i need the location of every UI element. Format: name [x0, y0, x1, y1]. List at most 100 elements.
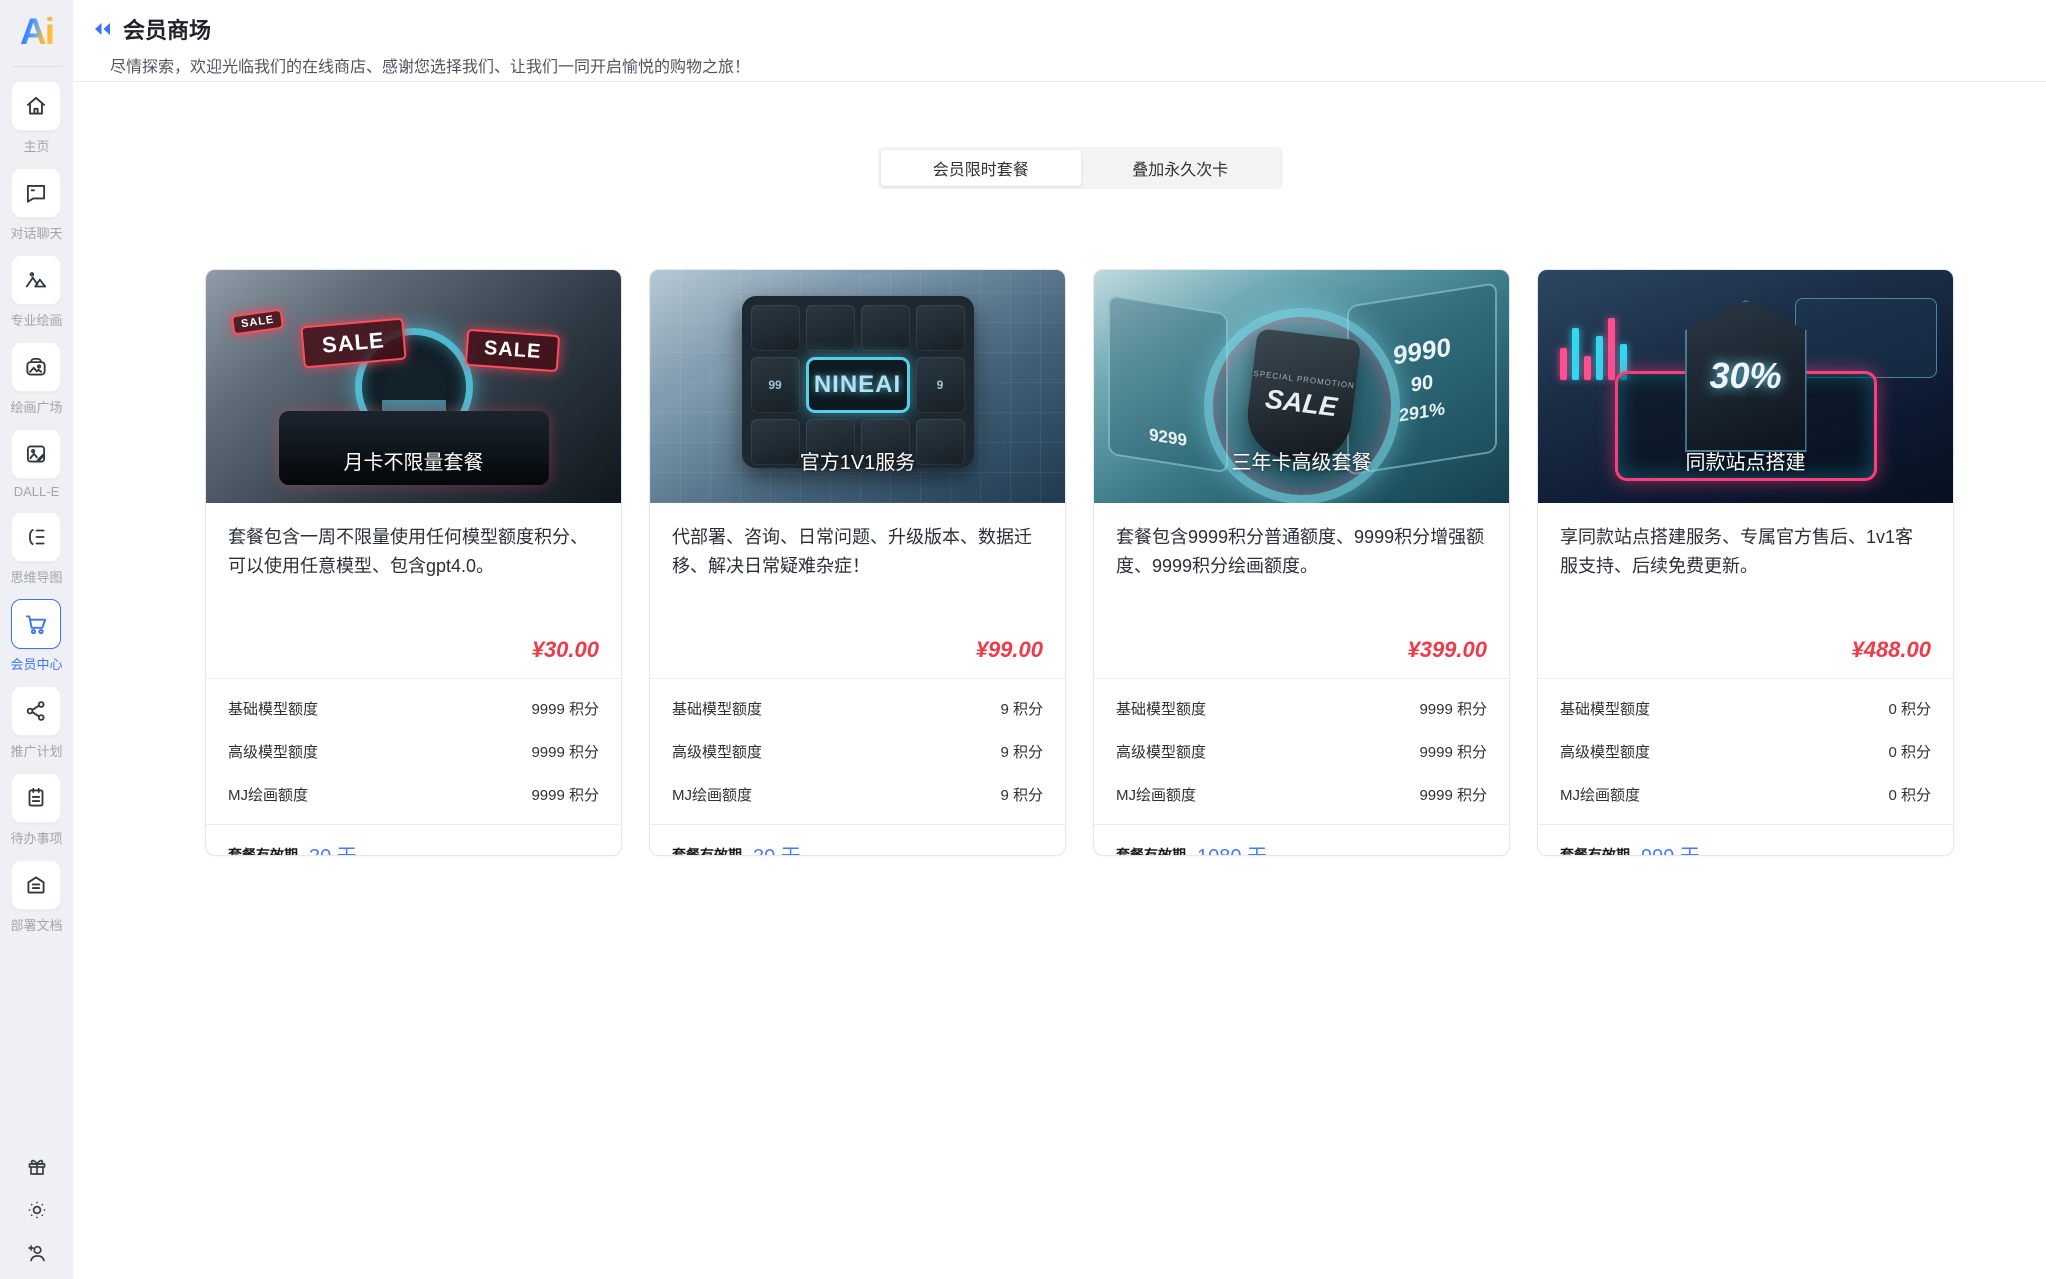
sidebar-item-deploy-docs[interactable]: 部署文档 [10, 860, 63, 934]
gallery-icon [11, 342, 62, 393]
page-title: 会员商场 [123, 18, 212, 43]
main-content: 会员限时套餐 叠加永久次卡 SALE SALE SALE 月卡不限量套餐 套餐包… [73, 83, 2046, 1279]
gift-icon[interactable] [25, 1155, 49, 1179]
spec-label: 基础模型额度 [1116, 701, 1207, 718]
key-99: 99 [750, 357, 800, 413]
plan-footer: 套餐有效期 30 天 → [650, 824, 1065, 856]
page-header: 会员商场 尽情探索，欢迎光临我们的在线商店、感谢您选择我们、让我们一同开启愉悦的… [73, 0, 2046, 82]
sidebar-item-label: 会员中心 [10, 657, 63, 673]
spec-row: 高级模型额度 9999 积分 [1116, 730, 1487, 773]
spec-value: 9 积分 [1000, 787, 1043, 804]
sidebar-item-todo[interactable]: 待办事项 [10, 773, 63, 847]
spec-value: 9999 积分 [531, 744, 599, 761]
arrow-right-icon[interactable]: → [1906, 842, 1931, 856]
sidebar-item-label: DALL-E [13, 484, 60, 500]
plan-specs: 基础模型额度 9999 积分 高级模型额度 9999 积分 MJ绘画额度 999… [1094, 678, 1509, 824]
plan-card-1v1-service[interactable]: 99 NINEAI 9 官方1V1服务 代部署、咨询、日常问题、升级版本、数据迁… [649, 269, 1066, 856]
page-subtitle: 尽情探索，欢迎光临我们的在线商店、感谢您选择我们、让我们一同开启愉悦的购物之旅！ [110, 59, 751, 76]
arrow-right-icon[interactable]: → [1018, 842, 1043, 856]
plan-description: 代部署、咨询、日常问题、升级版本、数据迁移、解决日常疑难杂症！ [672, 527, 1032, 576]
spec-row: 基础模型额度 9999 积分 [228, 687, 599, 730]
neon-bar-chart [1560, 310, 1627, 380]
plan-image: 99 NINEAI 9 官方1V1服务 [650, 270, 1065, 503]
plan-image: SALE SALE SALE 月卡不限量套餐 [206, 270, 621, 503]
spec-value: 9999 积分 [1419, 787, 1487, 804]
tab-permanent-cards[interactable]: 叠加永久次卡 [1081, 150, 1281, 186]
spec-label: MJ绘画额度 [228, 787, 308, 804]
plan-image-title: 同款站点搭建 [1685, 452, 1806, 474]
plan-description: 套餐包含一周不限量使用任何模型额度积分、可以使用任意模型、包含gpt4.0。 [228, 527, 588, 576]
docs-icon [11, 860, 62, 911]
spec-value: 0 积分 [1888, 787, 1931, 804]
spec-row: MJ绘画额度 9 积分 [672, 773, 1043, 816]
cart-icon [11, 599, 62, 650]
spec-row: MJ绘画额度 0 积分 [1560, 773, 1931, 816]
validity-value: 999 天 [1641, 840, 1700, 855]
spec-row: 高级模型额度 9999 积分 [228, 730, 599, 773]
todo-icon [11, 773, 62, 824]
member-store-page: Ai 主页 对话聊天 专业绘画 绘画广场 DALL-E 思维导图 会员中心 推广… [0, 0, 2046, 1279]
collapse-sidebar-icon[interactable] [92, 19, 113, 39]
sidebar-item-referral[interactable]: 推广计划 [10, 686, 63, 760]
sidebar-item-chat[interactable]: 对话聊天 [10, 168, 63, 242]
arrow-right-icon[interactable]: → [574, 842, 599, 856]
spec-label: 高级模型额度 [1116, 744, 1207, 761]
theme-icon[interactable] [25, 1198, 49, 1222]
home-icon [11, 81, 62, 132]
validity-label: 套餐有效期 [1116, 846, 1186, 856]
spec-row: 基础模型额度 0 积分 [1560, 687, 1931, 730]
plan-footer: 套餐有效期 1080 天 → [1094, 824, 1509, 856]
validity-value: 30 天 [753, 840, 801, 855]
spec-value: 9 积分 [1000, 701, 1043, 718]
spec-value: 0 积分 [1888, 701, 1931, 718]
spec-label: MJ绘画额度 [1560, 787, 1640, 804]
stat-value: 291% [1398, 397, 1446, 426]
plan-image-title: 三年卡高级套餐 [1231, 452, 1372, 474]
add-user-icon[interactable] [25, 1241, 49, 1265]
plan-price: ¥30.00 [531, 637, 599, 662]
sidebar-item-mindmap[interactable]: 思维导图 [10, 512, 63, 586]
plan-card-3year[interactable]: 9299 9990 90 291% SPECIAL PROMOTION SALE… [1093, 269, 1510, 856]
sale-badge: SALE [464, 328, 561, 373]
stat-value: 9990 [1393, 330, 1451, 371]
spec-value: 9999 积分 [531, 701, 599, 718]
sidebar-item-pro-drawing[interactable]: 专业绘画 [10, 255, 63, 329]
discount-tag: 30% [1684, 300, 1807, 452]
arrow-right-icon[interactable]: → [1462, 842, 1487, 856]
mindmap-icon [11, 512, 62, 563]
spec-label: 高级模型额度 [228, 744, 319, 761]
sidebar-item-member-center[interactable]: 会员中心 [10, 599, 63, 673]
sidebar-item-label: 专业绘画 [10, 313, 63, 329]
validity-label: 套餐有效期 [672, 846, 742, 856]
sidebar-item-home[interactable]: 主页 [11, 81, 62, 155]
spec-value: 9999 积分 [1419, 701, 1487, 718]
plan-description: 套餐包含9999积分普通额度、9999积分增强额度、9999积分绘画额度。 [1116, 527, 1485, 576]
spec-row: MJ绘画额度 9999 积分 [1116, 773, 1487, 816]
spec-row: 基础模型额度 9 积分 [672, 687, 1043, 730]
sidebar-item-label: 推广计划 [10, 744, 63, 760]
brand-plate: NINEAI [805, 357, 910, 413]
spec-row: 高级模型额度 0 积分 [1560, 730, 1931, 773]
plan-price: ¥488.00 [1851, 637, 1931, 662]
tab-limited-plans[interactable]: 会员限时套餐 [881, 150, 1081, 186]
plan-description: 享同款站点搭建服务、专属官方售后、1v1客服支持、后续免费更新。 [1560, 527, 1914, 576]
plan-footer: 套餐有效期 999 天 → [1538, 824, 1953, 856]
sale-badge: SALE [230, 308, 285, 336]
spec-row: MJ绘画额度 9999 积分 [228, 773, 599, 816]
plan-card-monthly[interactable]: SALE SALE SALE 月卡不限量套餐 套餐包含一周不限量使用任何模型额度… [205, 269, 622, 856]
plan-image-title: 月卡不限量套餐 [343, 452, 484, 474]
sidebar-divider [11, 66, 62, 68]
sidebar-item-label: 主页 [23, 139, 50, 155]
plan-price: ¥399.00 [1407, 637, 1487, 662]
spec-row: 高级模型额度 9 积分 [672, 730, 1043, 773]
spec-value: 9 积分 [1000, 744, 1043, 761]
plan-card-list: SALE SALE SALE 月卡不限量套餐 套餐包含一周不限量使用任何模型额度… [205, 269, 1954, 856]
sidebar-bottom [25, 1155, 49, 1265]
sidebar-item-dalle[interactable]: DALL-E [11, 429, 62, 500]
plan-card-site-build[interactable]: 30% 同款站点搭建 享同款站点搭建服务、专属官方售后、1v1客服支持、后续免费… [1537, 269, 1954, 856]
sidebar-item-label: 绘画广场 [10, 400, 63, 416]
app-logo: Ai [20, 10, 55, 54]
plan-tabs: 会员限时套餐 叠加永久次卡 [878, 147, 1283, 189]
sidebar-item-gallery[interactable]: 绘画广场 [10, 342, 63, 416]
dalle-icon [11, 429, 62, 480]
